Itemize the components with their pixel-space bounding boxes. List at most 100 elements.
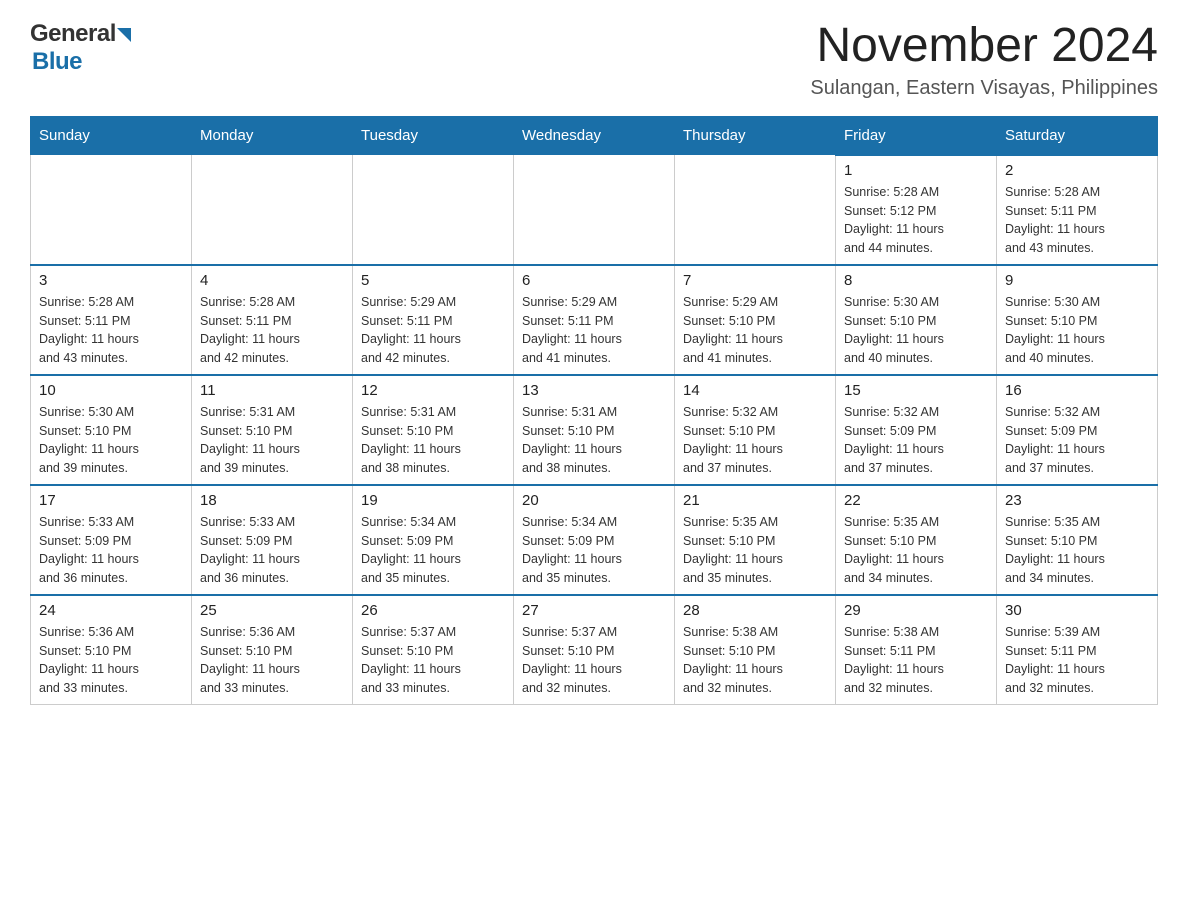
day-number: 19 <box>361 492 505 509</box>
day-info: Sunrise: 5:29 AM Sunset: 5:10 PM Dayligh… <box>683 293 827 368</box>
day-number: 24 <box>39 602 183 619</box>
title-section: November 2024 Sulangan, Eastern Visayas,… <box>810 20 1158 100</box>
day-number: 18 <box>200 492 344 509</box>
day-number: 29 <box>844 602 988 619</box>
day-number: 30 <box>1005 602 1149 619</box>
day-number: 16 <box>1005 382 1149 399</box>
calendar-cell <box>675 155 836 265</box>
calendar-cell <box>31 155 192 265</box>
calendar-week-row: 10 Sunrise: 5:30 AM Sunset: 5:10 PM Dayli… <box>31 375 1158 485</box>
calendar-cell: 2 Sunrise: 5:28 AM Sunset: 5:11 PM Daylig… <box>997 155 1158 265</box>
day-number: 14 <box>683 382 827 399</box>
calendar-week-row: 24 Sunrise: 5:36 AM Sunset: 5:10 PM Dayli… <box>31 595 1158 705</box>
day-number: 21 <box>683 492 827 509</box>
day-info: Sunrise: 5:29 AM Sunset: 5:11 PM Dayligh… <box>522 293 666 368</box>
calendar-cell: 5 Sunrise: 5:29 AM Sunset: 5:11 PM Daylig… <box>353 265 514 375</box>
day-info: Sunrise: 5:35 AM Sunset: 5:10 PM Dayligh… <box>844 513 988 588</box>
day-number: 12 <box>361 382 505 399</box>
calendar-cell: 7 Sunrise: 5:29 AM Sunset: 5:10 PM Daylig… <box>675 265 836 375</box>
calendar-cell <box>514 155 675 265</box>
day-number: 10 <box>39 382 183 399</box>
calendar-table: SundayMondayTuesdayWednesdayThursdayFrid… <box>30 116 1158 705</box>
day-number: 15 <box>844 382 988 399</box>
day-info: Sunrise: 5:37 AM Sunset: 5:10 PM Dayligh… <box>361 623 505 698</box>
day-info: Sunrise: 5:28 AM Sunset: 5:11 PM Dayligh… <box>200 293 344 368</box>
day-number: 1 <box>844 162 988 179</box>
col-header-tuesday: Tuesday <box>353 116 514 155</box>
calendar-cell: 18 Sunrise: 5:33 AM Sunset: 5:09 PM Dayli… <box>192 485 353 595</box>
calendar-cell: 26 Sunrise: 5:37 AM Sunset: 5:10 PM Dayli… <box>353 595 514 705</box>
calendar-cell <box>192 155 353 265</box>
day-info: Sunrise: 5:37 AM Sunset: 5:10 PM Dayligh… <box>522 623 666 698</box>
day-info: Sunrise: 5:36 AM Sunset: 5:10 PM Dayligh… <box>200 623 344 698</box>
day-info: Sunrise: 5:35 AM Sunset: 5:10 PM Dayligh… <box>1005 513 1149 588</box>
calendar-cell: 12 Sunrise: 5:31 AM Sunset: 5:10 PM Dayli… <box>353 375 514 485</box>
day-info: Sunrise: 5:32 AM Sunset: 5:09 PM Dayligh… <box>1005 403 1149 478</box>
day-number: 20 <box>522 492 666 509</box>
day-info: Sunrise: 5:32 AM Sunset: 5:10 PM Dayligh… <box>683 403 827 478</box>
calendar-week-row: 1 Sunrise: 5:28 AM Sunset: 5:12 PM Daylig… <box>31 155 1158 265</box>
day-number: 23 <box>1005 492 1149 509</box>
col-header-monday: Monday <box>192 116 353 155</box>
day-info: Sunrise: 5:28 AM Sunset: 5:12 PM Dayligh… <box>844 183 988 258</box>
day-number: 26 <box>361 602 505 619</box>
col-header-sunday: Sunday <box>31 116 192 155</box>
day-info: Sunrise: 5:30 AM Sunset: 5:10 PM Dayligh… <box>39 403 183 478</box>
logo: General Blue <box>30 20 131 76</box>
day-number: 4 <box>200 272 344 289</box>
calendar-cell: 19Sunrise: 5:34 AM Sunset: 5:09 PM Dayli… <box>353 485 514 595</box>
calendar-cell: 1 Sunrise: 5:28 AM Sunset: 5:12 PM Daylig… <box>836 155 997 265</box>
calendar-cell: 25 Sunrise: 5:36 AM Sunset: 5:10 PM Dayli… <box>192 595 353 705</box>
calendar-cell: 27 Sunrise: 5:37 AM Sunset: 5:10 PM Dayli… <box>514 595 675 705</box>
day-info: Sunrise: 5:30 AM Sunset: 5:10 PM Dayligh… <box>1005 293 1149 368</box>
col-header-wednesday: Wednesday <box>514 116 675 155</box>
calendar-week-row: 3 Sunrise: 5:28 AM Sunset: 5:11 PM Daylig… <box>31 265 1158 375</box>
day-info: Sunrise: 5:29 AM Sunset: 5:11 PM Dayligh… <box>361 293 505 368</box>
day-info: Sunrise: 5:28 AM Sunset: 5:11 PM Dayligh… <box>1005 183 1149 258</box>
day-info: Sunrise: 5:38 AM Sunset: 5:10 PM Dayligh… <box>683 623 827 698</box>
calendar-cell: 14 Sunrise: 5:32 AM Sunset: 5:10 PM Dayli… <box>675 375 836 485</box>
day-number: 8 <box>844 272 988 289</box>
col-header-friday: Friday <box>836 116 997 155</box>
main-title: November 2024 <box>810 20 1158 73</box>
calendar-cell: 9 Sunrise: 5:30 AM Sunset: 5:10 PM Daylig… <box>997 265 1158 375</box>
calendar-cell: 22 Sunrise: 5:35 AM Sunset: 5:10 PM Dayli… <box>836 485 997 595</box>
col-header-saturday: Saturday <box>997 116 1158 155</box>
day-info: Sunrise: 5:30 AM Sunset: 5:10 PM Dayligh… <box>844 293 988 368</box>
day-info: Sunrise: 5:28 AM Sunset: 5:11 PM Dayligh… <box>39 293 183 368</box>
day-number: 5 <box>361 272 505 289</box>
day-number: 9 <box>1005 272 1149 289</box>
day-info: Sunrise: 5:32 AM Sunset: 5:09 PM Dayligh… <box>844 403 988 478</box>
calendar-cell: 13 Sunrise: 5:31 AM Sunset: 5:10 PM Dayli… <box>514 375 675 485</box>
calendar-cell: 8 Sunrise: 5:30 AM Sunset: 5:10 PM Daylig… <box>836 265 997 375</box>
calendar-week-row: 17 Sunrise: 5:33 AM Sunset: 5:09 PM Dayli… <box>31 485 1158 595</box>
page-header: General Blue November 2024 Sulangan, Eas… <box>30 20 1158 100</box>
day-number: 7 <box>683 272 827 289</box>
day-info: Sunrise: 5:39 AM Sunset: 5:11 PM Dayligh… <box>1005 623 1149 698</box>
calendar-cell: 15 Sunrise: 5:32 AM Sunset: 5:09 PM Dayli… <box>836 375 997 485</box>
calendar-cell: 24Sunrise: 5:36 AM Sunset: 5:10 PM Dayli… <box>31 595 192 705</box>
day-info: Sunrise: 5:31 AM Sunset: 5:10 PM Dayligh… <box>361 403 505 478</box>
day-info: Sunrise: 5:33 AM Sunset: 5:09 PM Dayligh… <box>200 513 344 588</box>
calendar-cell: 4 Sunrise: 5:28 AM Sunset: 5:11 PM Daylig… <box>192 265 353 375</box>
col-header-thursday: Thursday <box>675 116 836 155</box>
day-number: 27 <box>522 602 666 619</box>
day-number: 22 <box>844 492 988 509</box>
day-info: Sunrise: 5:31 AM Sunset: 5:10 PM Dayligh… <box>522 403 666 478</box>
calendar-cell: 29 Sunrise: 5:38 AM Sunset: 5:11 PM Dayli… <box>836 595 997 705</box>
calendar-cell: 11Sunrise: 5:31 AM Sunset: 5:10 PM Dayli… <box>192 375 353 485</box>
day-number: 25 <box>200 602 344 619</box>
calendar-header-row: SundayMondayTuesdayWednesdayThursdayFrid… <box>31 116 1158 155</box>
day-number: 11 <box>200 382 344 399</box>
calendar-cell: 21Sunrise: 5:35 AM Sunset: 5:10 PM Dayli… <box>675 485 836 595</box>
day-number: 6 <box>522 272 666 289</box>
day-number: 3 <box>39 272 183 289</box>
day-number: 17 <box>39 492 183 509</box>
calendar-cell <box>353 155 514 265</box>
calendar-cell: 28Sunrise: 5:38 AM Sunset: 5:10 PM Dayli… <box>675 595 836 705</box>
day-number: 2 <box>1005 162 1149 179</box>
calendar-cell: 23 Sunrise: 5:35 AM Sunset: 5:10 PM Dayli… <box>997 485 1158 595</box>
calendar-cell: 6 Sunrise: 5:29 AM Sunset: 5:11 PM Daylig… <box>514 265 675 375</box>
day-info: Sunrise: 5:38 AM Sunset: 5:11 PM Dayligh… <box>844 623 988 698</box>
day-number: 13 <box>522 382 666 399</box>
